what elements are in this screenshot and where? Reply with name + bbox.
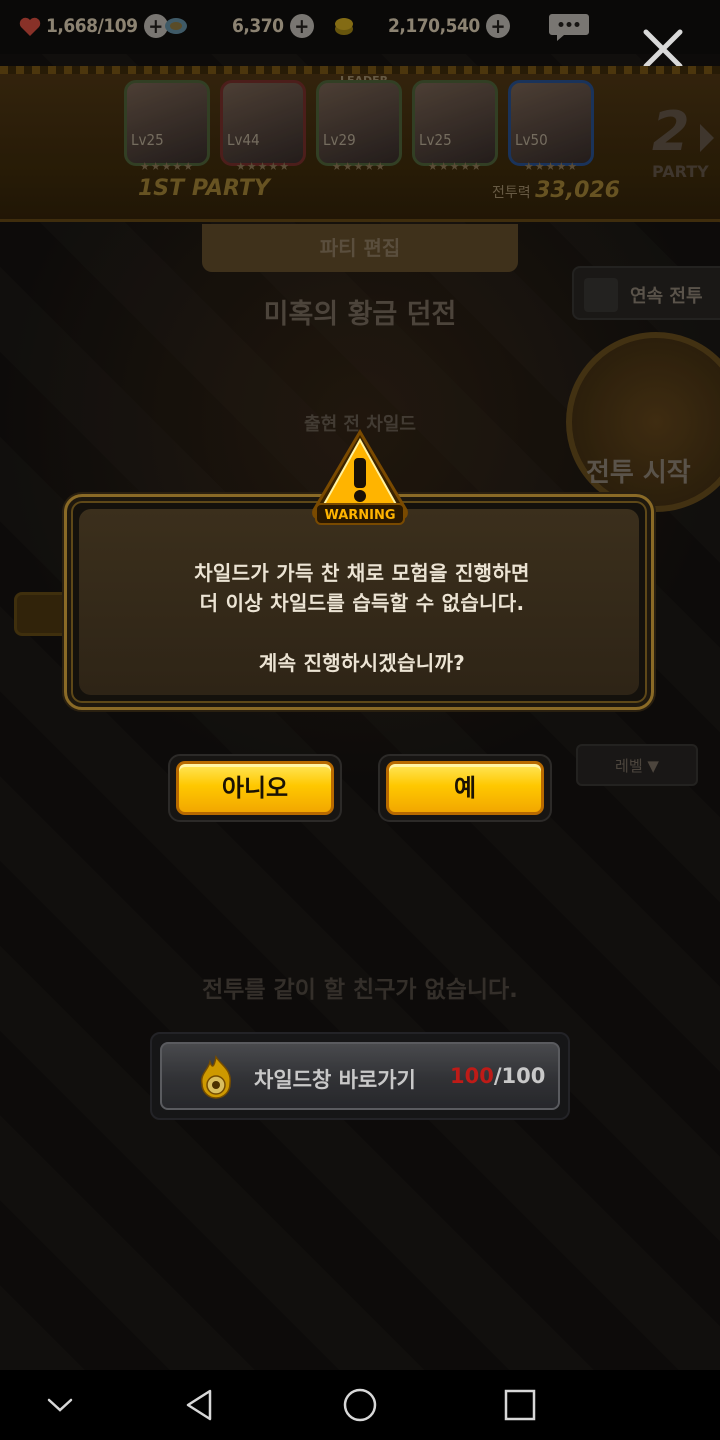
system-navigation-bar xyxy=(0,1370,720,1440)
no-button-label: 아니오 xyxy=(176,761,334,815)
dialog-question: 계속 진행하시겠습니까? xyxy=(258,651,466,675)
no-button[interactable]: 아니오 xyxy=(168,754,342,822)
recents-icon[interactable] xyxy=(497,1382,543,1428)
yes-button[interactable]: 예 xyxy=(378,754,552,822)
warning-label: WARNING xyxy=(324,508,395,523)
chevron-down-icon[interactable] xyxy=(37,1382,83,1428)
yes-button-label: 예 xyxy=(386,761,544,815)
warning-icon: WARNING xyxy=(312,429,408,525)
home-icon[interactable] xyxy=(337,1382,383,1428)
warning-dialog: 차일드가 가득 찬 채로 모험을 진행하면 더 이상 차일드를 습득할 수 없습… xyxy=(64,494,654,710)
dialog-message-line2: 더 이상 차일드를 습득할 수 없습니다. xyxy=(199,591,525,615)
back-icon[interactable] xyxy=(177,1382,223,1428)
dialog-message-line1: 차일드가 가득 찬 채로 모험을 진행하면 xyxy=(194,561,530,585)
